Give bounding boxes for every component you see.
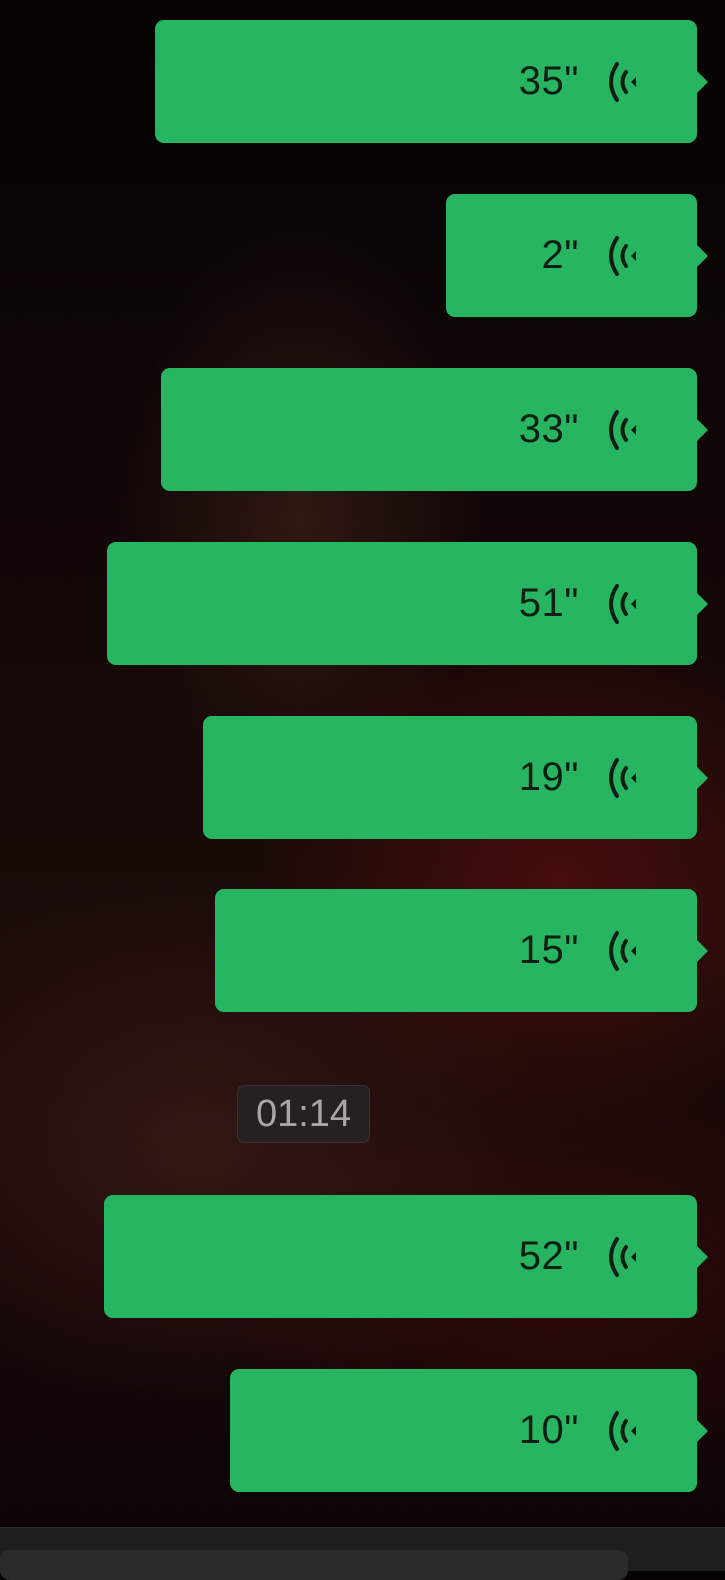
voice-message-bubble[interactable]: 51" bbox=[107, 542, 708, 665]
voice-message-bubble[interactable]: 52" bbox=[104, 1195, 708, 1318]
voice-duration: 51" bbox=[518, 581, 579, 625]
voice-duration: 10" bbox=[518, 1408, 579, 1452]
voice-duration: 35" bbox=[518, 59, 579, 103]
voice-message-bubble[interactable]: 10" bbox=[230, 1369, 708, 1492]
voice-message-bubble[interactable]: 19" bbox=[203, 716, 708, 839]
voice-duration: 15" bbox=[518, 928, 579, 972]
voice-message-bubble[interactable]: 33" bbox=[161, 368, 708, 491]
voice-wave-icon bbox=[609, 931, 636, 971]
voice-duration: 19" bbox=[518, 755, 579, 799]
message-input[interactable] bbox=[0, 1550, 628, 1580]
voice-duration: 2" bbox=[541, 233, 579, 277]
voice-wave-icon bbox=[609, 1411, 636, 1451]
voice-wave-icon bbox=[609, 236, 636, 276]
input-toolbar bbox=[0, 1527, 725, 1580]
voice-wave-icon bbox=[609, 584, 636, 624]
voice-wave-icon bbox=[609, 1237, 636, 1277]
voice-message-bubble[interactable]: 2" bbox=[446, 194, 708, 317]
voice-wave-icon bbox=[609, 62, 636, 102]
chat-message-list[interactable]: 35" 2" 33" 51" 19" 15" 01:14 52" 10" bbox=[0, 0, 725, 1527]
voice-message-bubble[interactable]: 15" bbox=[215, 889, 708, 1012]
voice-duration: 33" bbox=[518, 407, 579, 451]
voice-message-bubble[interactable]: 35" bbox=[155, 20, 708, 143]
voice-wave-icon bbox=[609, 410, 636, 450]
voice-duration: 52" bbox=[518, 1234, 579, 1278]
voice-wave-icon bbox=[609, 758, 636, 798]
timestamp-chip: 01:14 bbox=[237, 1085, 370, 1143]
